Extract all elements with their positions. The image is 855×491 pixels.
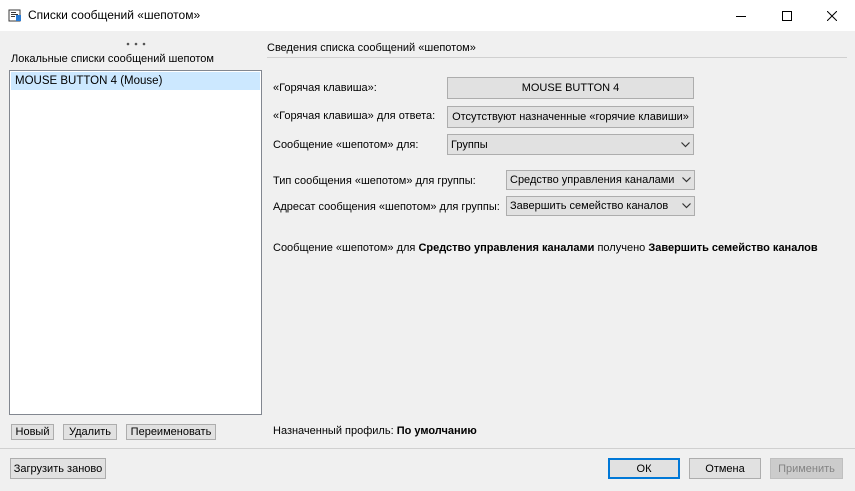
section-divider xyxy=(267,57,847,58)
chevron-down-icon xyxy=(678,197,694,215)
apply-button[interactable]: Применить xyxy=(770,458,843,479)
app-icon xyxy=(8,8,22,22)
group-type-select[interactable]: Средство управления каналами xyxy=(506,170,695,190)
assigned-profile: Назначенный профиль: По умолчанию xyxy=(273,425,477,437)
delete-button[interactable]: Удалить xyxy=(63,424,117,440)
window-title: Списки сообщений «шепотом» xyxy=(28,8,201,22)
close-button[interactable] xyxy=(809,0,855,31)
group-type-value: Средство управления каналами xyxy=(510,174,675,186)
splitter-grip-icon[interactable] xyxy=(124,39,148,47)
whisper-lists-listbox[interactable]: MOUSE BUTTON 4 (Mouse) xyxy=(9,70,262,415)
maximize-icon xyxy=(782,10,792,21)
reload-button[interactable]: Загрузить заново xyxy=(10,458,106,479)
details-section-header: Сведения списка сообщений «шепотом» xyxy=(267,42,476,54)
reply-hotkey-value: Отсутствуют назначенные «горячие клавиши… xyxy=(452,111,689,123)
whisper-summary: Сообщение «шепотом» для Средство управле… xyxy=(273,242,818,254)
profile-value: По умолчанию xyxy=(396,425,477,437)
group-target-select[interactable]: Завершить семейство каналов xyxy=(506,196,695,216)
reply-hotkey-label: «Горячая клавиша» для ответа: xyxy=(273,110,436,122)
whisper-for-label: Сообщение «шепотом» для: xyxy=(273,139,419,151)
hotkey-label: «Горячая клавиша»: xyxy=(273,82,377,94)
group-target-value: Завершить семейство каналов xyxy=(510,200,669,212)
hotkey-button[interactable]: MOUSE BUTTON 4 xyxy=(447,77,694,99)
chevron-down-icon xyxy=(677,135,693,154)
local-lists-label: Локальные списки сообщений шепотом xyxy=(11,53,214,65)
list-item[interactable]: MOUSE BUTTON 4 (Mouse) xyxy=(11,72,260,90)
rename-button[interactable]: Переименовать xyxy=(126,424,216,440)
close-icon xyxy=(827,10,837,21)
chevron-down-icon xyxy=(678,171,694,189)
minimize-icon xyxy=(736,15,746,17)
new-button[interactable]: Новый xyxy=(11,424,54,440)
group-target-label: Адресат сообщения «шепотом» для группы: xyxy=(273,201,500,213)
whisper-for-select[interactable]: Группы xyxy=(447,134,694,155)
profile-label: Назначенный профиль: xyxy=(273,425,394,437)
hotkey-value: MOUSE BUTTON 4 xyxy=(521,82,620,94)
reply-hotkey-button[interactable]: Отсутствуют назначенные «горячие клавиши… xyxy=(447,106,694,128)
summary-prefix: Сообщение «шепотом» для xyxy=(273,242,416,254)
footer-divider xyxy=(0,448,855,449)
maximize-button[interactable] xyxy=(764,0,810,31)
summary-type: Средство управления каналами xyxy=(418,242,595,254)
summary-target: Завершить семейство каналов xyxy=(648,242,818,254)
title-bar: Списки сообщений «шепотом» xyxy=(0,0,855,31)
whisper-for-value: Группы xyxy=(451,138,488,151)
group-type-label: Тип сообщения «шепотом» для группы: xyxy=(273,175,476,187)
minimize-button[interactable] xyxy=(718,0,764,31)
summary-middle: получено xyxy=(597,242,646,254)
ok-button[interactable]: ОК xyxy=(608,458,680,479)
cancel-button[interactable]: Отмена xyxy=(689,458,761,479)
